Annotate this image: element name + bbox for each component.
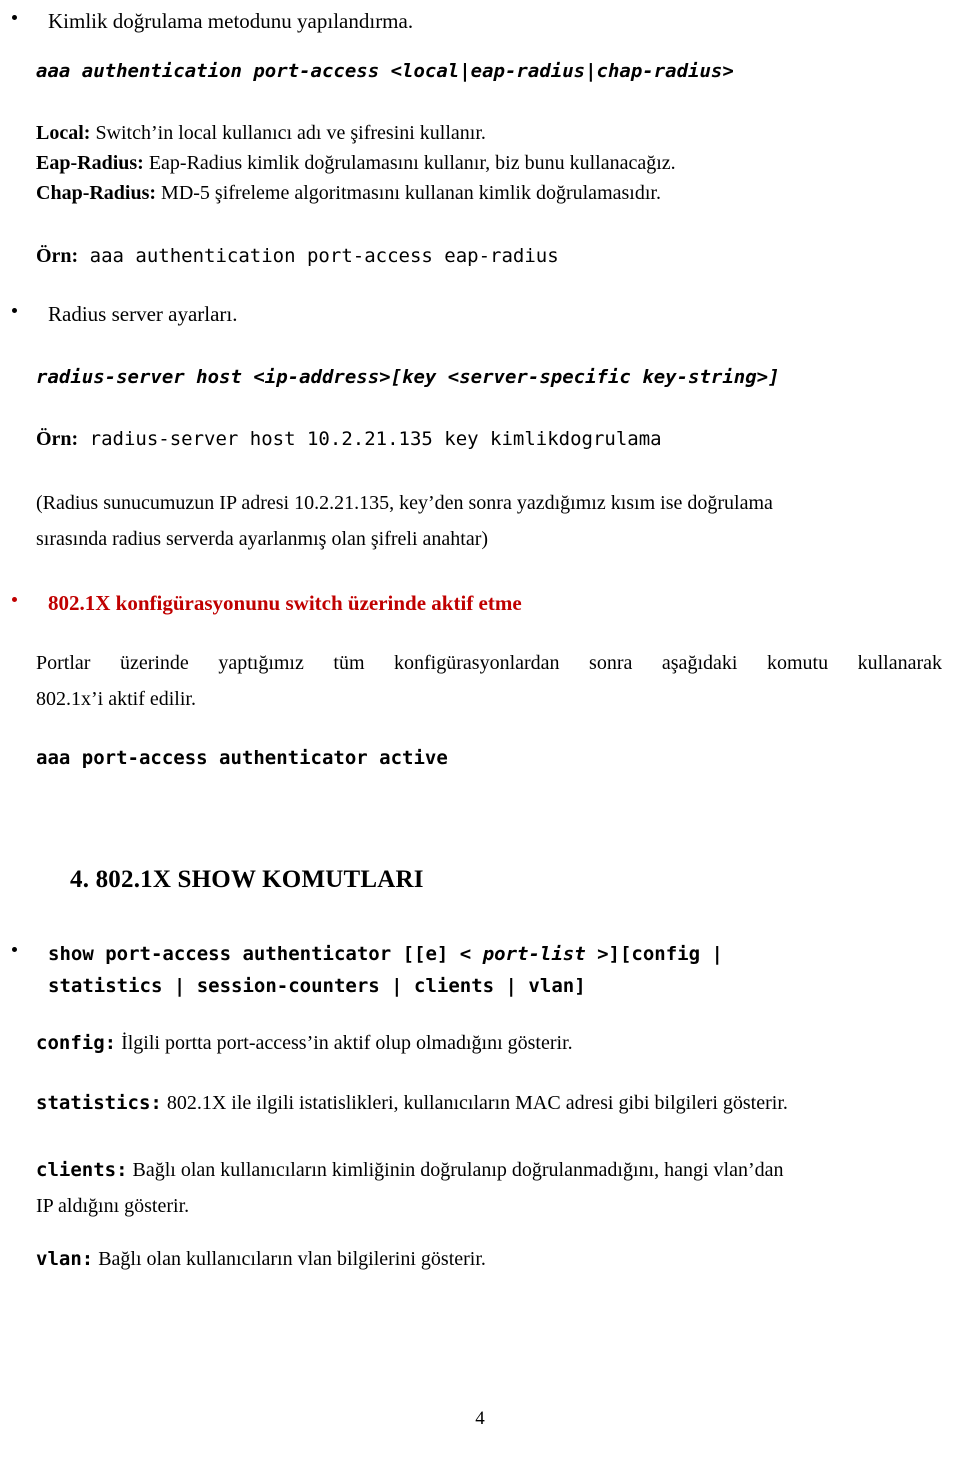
option-clients-line-2: IP aldığını gösterir. — [36, 1195, 190, 1217]
option-desc-statistics: 802.1X ile ilgili istatislikleri, kullan… — [161, 1092, 788, 1114]
option-statistics: statistics: 802.1X ile ilgili istatislik… — [36, 1088, 956, 1118]
option-vlan: vlan: Bağlı olan kullanıcıların vlan bil… — [36, 1244, 942, 1274]
command-aaa-authentication: aaa authentication port-access <local|ea… — [36, 60, 734, 82]
example-label-2: Örn: — [36, 428, 79, 450]
show-command-port-list: port-list — [482, 943, 586, 965]
option-config: config: İlgili portta port-access’in akt… — [36, 1028, 942, 1058]
definition-term-eap-radius: Eap-Radius: — [36, 152, 144, 174]
command-aaa-port-access-active: aaa port-access authenticator active — [36, 747, 448, 769]
note-radius-ip-line-1: (Radius sunucumuzun IP adresi 10.2.21.13… — [36, 492, 773, 514]
option-clients: clients: Bağlı olan kullanıcıların kimli… — [36, 1152, 946, 1224]
bullet-item-radius-server: Radius server ayarları. — [12, 297, 912, 331]
bullet-item-show-command: show port-access authenticator [[e] < po… — [12, 938, 942, 1002]
option-key-vlan: vlan: — [36, 1248, 94, 1270]
note-radius-ip-line-2: sırasında radius serverda ayarlanmış ola… — [36, 528, 489, 550]
definition-desc-local: Switch’in local kullanıcı adı ve şifresi… — [90, 122, 486, 144]
definition-term-local: Local: — [36, 122, 91, 144]
example-line-2: Örn: radius-server host 10.2.21.135 key … — [36, 424, 936, 454]
show-command-part-1: show port-access authenticator [[e] < — [48, 943, 483, 965]
paragraph-portlar-line-1: Portlar üzerinde yaptığımız tüm konfigür… — [36, 652, 942, 674]
definition-eap-radius: Eap-Radius: Eap-Radius kimlik doğrulamas… — [36, 148, 936, 178]
bullet-item-activate-8021x: 802.1X konfigürasyonunu switch üzerinde … — [12, 586, 912, 620]
bullet-dot-icon — [12, 14, 17, 20]
option-key-statistics: statistics: — [36, 1092, 162, 1114]
definition-list: Local: Switch’in local kullanıcı adı ve … — [36, 118, 936, 208]
example-label-1: Örn: — [36, 245, 79, 267]
bullet-label-activate-8021x: 802.1X konfigürasyonunu switch üzerinde … — [48, 591, 522, 615]
definition-term-chap-radius: Chap-Radius: — [36, 182, 157, 204]
definition-desc-eap-radius: Eap-Radius kimlik doğrulamasını kullanır… — [143, 152, 676, 174]
definition-chap-radius: Chap-Radius: MD-5 şifreleme algoritmasın… — [36, 178, 936, 208]
example-command-1: aaa authentication port-access eap-radiu… — [78, 245, 559, 267]
section-heading-show-komutlari: 4. 802.1X SHOW KOMUTLARI — [70, 866, 424, 893]
bullet-label-auth-method: Kimlik doğrulama metodunu yapılandırma. — [48, 9, 414, 33]
option-key-clients: clients: — [36, 1159, 128, 1181]
definition-local: Local: Switch’in local kullanıcı adı ve … — [36, 118, 936, 148]
option-desc-clients: Bağlı olan kullanıcıların kimliğinin doğ… — [127, 1159, 784, 1181]
example-command-2: radius-server host 10.2.21.135 key kimli… — [78, 428, 662, 450]
definition-desc-chap-radius: MD-5 şifreleme algoritmasını kullanan ki… — [156, 182, 661, 204]
bullet-dot-icon — [12, 596, 17, 602]
option-key-config: config: — [36, 1032, 117, 1054]
show-command-body: show port-access authenticator [[e] < po… — [48, 938, 942, 1002]
bullet-dot-icon — [12, 307, 17, 313]
page-number: 4 — [475, 1408, 485, 1429]
command-radius-server-host: radius-server host <ip-address>[key <ser… — [36, 366, 780, 388]
bullet-dot-icon — [12, 946, 17, 952]
show-command-part-2: >][config | — [585, 943, 723, 965]
example-line-1: Örn: aaa authentication port-access eap-… — [36, 241, 936, 271]
paragraph-portlar: Portlar üzerinde yaptığımız tüm konfigür… — [36, 645, 942, 717]
bullet-label-radius-server: Radius server ayarları. — [48, 302, 238, 326]
show-command-line-2: statistics | session-counters | clients … — [48, 975, 586, 997]
note-radius-ip: (Radius sunucumuzun IP adresi 10.2.21.13… — [36, 485, 942, 557]
option-desc-config: İlgili portta port-access’in aktif olup … — [116, 1032, 573, 1054]
paragraph-portlar-line-2: 802.1x’i aktif edilir. — [36, 688, 196, 710]
document-page: Kimlik doğrulama metodunu yapılandırma. … — [0, 0, 960, 1459]
bullet-item-auth-method: Kimlik doğrulama metodunu yapılandırma. — [12, 4, 912, 38]
option-clients-line-1: clients: Bağlı olan kullanıcıların kimli… — [36, 1152, 946, 1188]
option-desc-vlan: Bağlı olan kullanıcıların vlan bilgileri… — [93, 1248, 486, 1270]
